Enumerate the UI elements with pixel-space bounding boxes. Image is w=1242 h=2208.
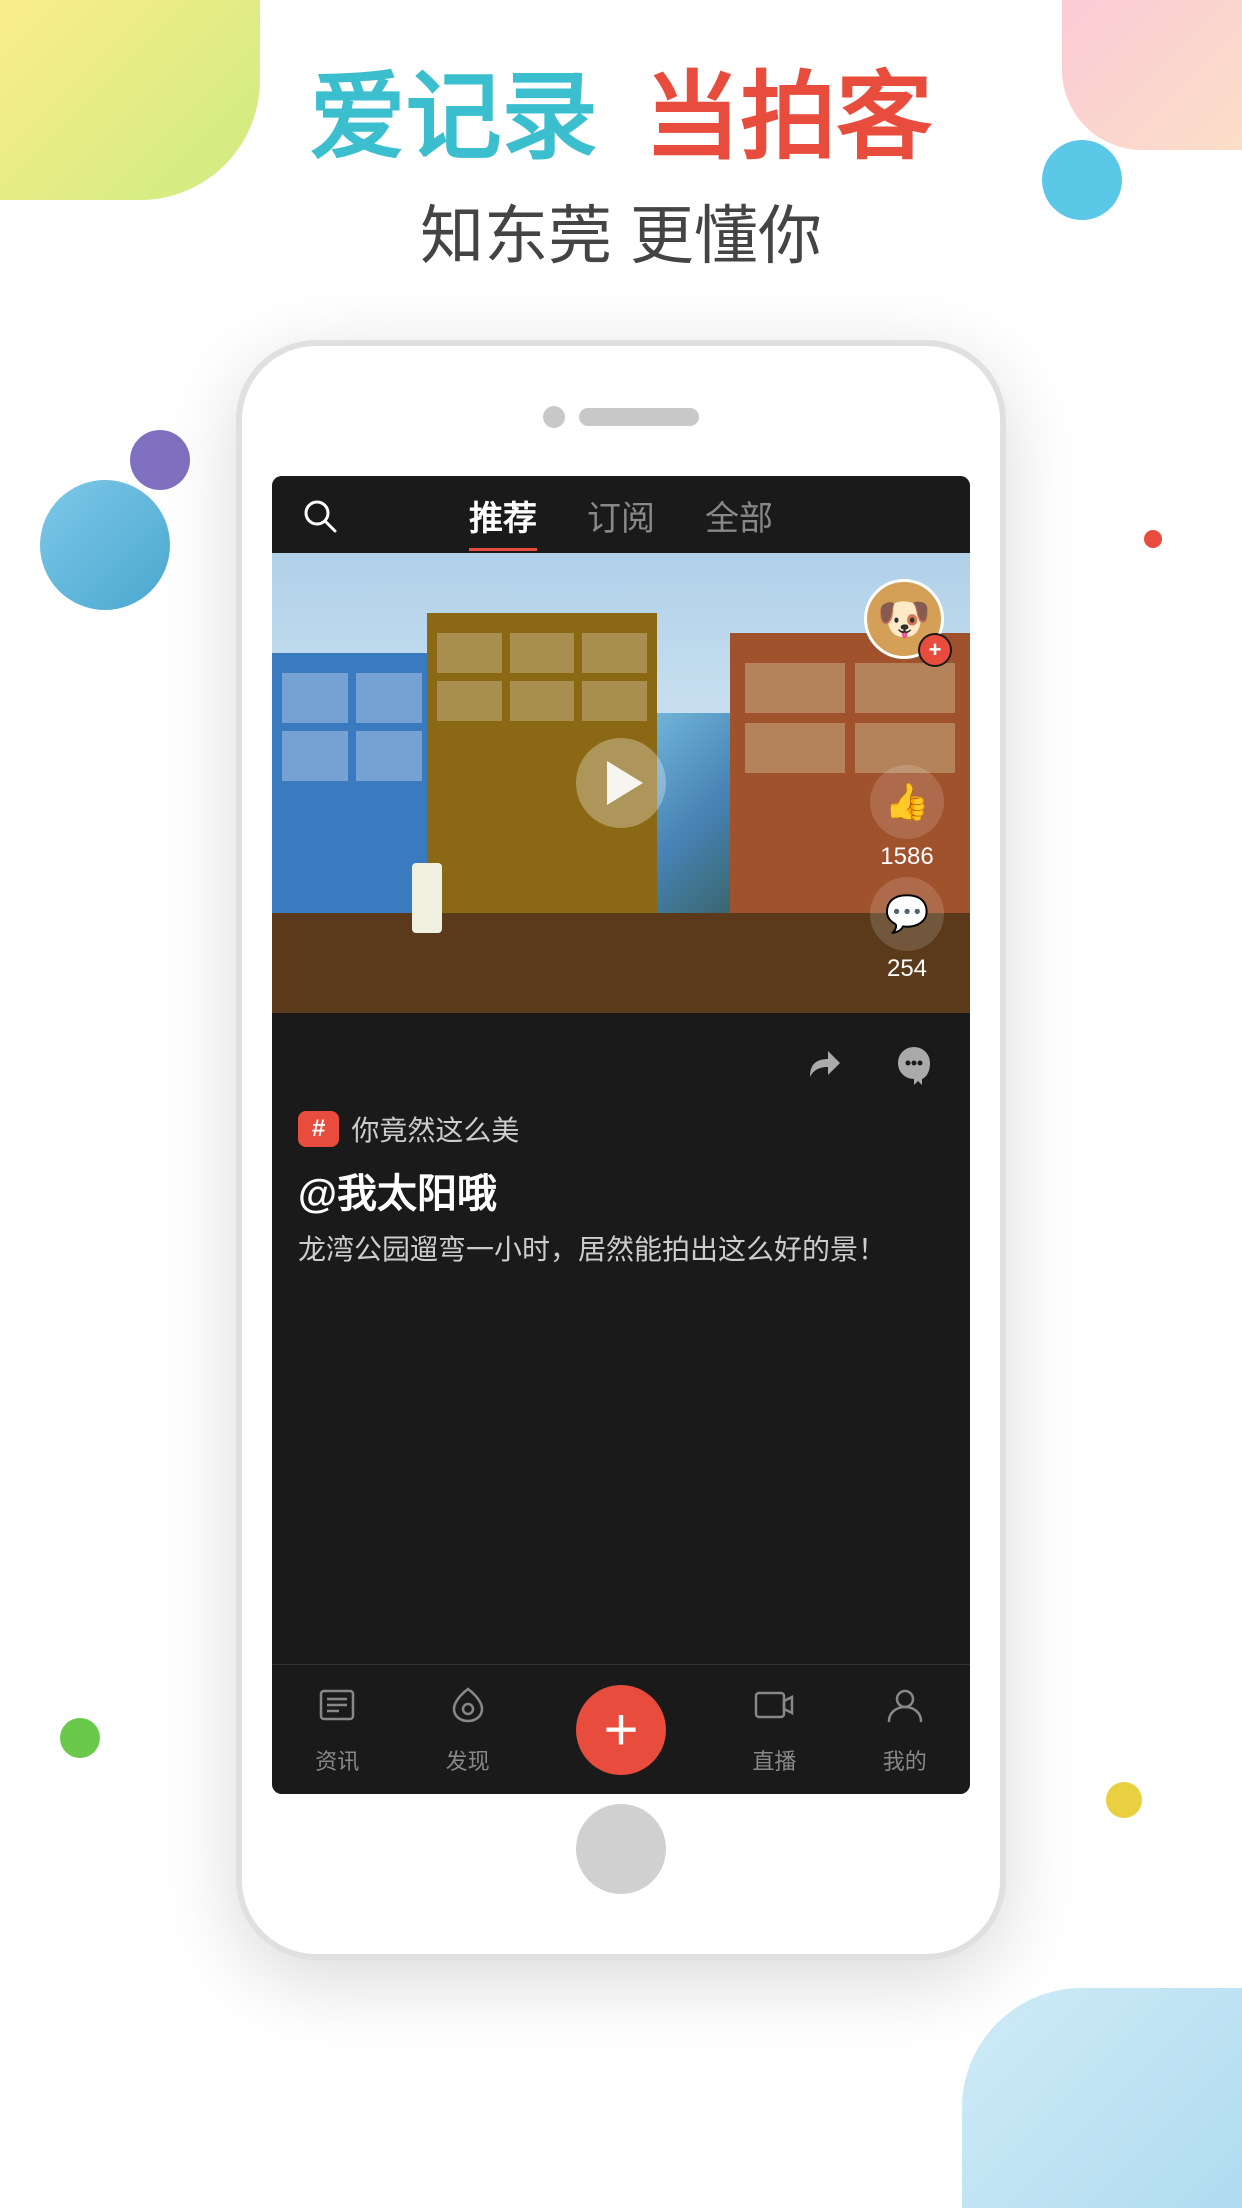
- play-button[interactable]: [576, 738, 666, 828]
- headline-blue: 爱记录: [310, 64, 598, 171]
- more-button[interactable]: [884, 1033, 944, 1093]
- hashtag-text: 你竟然这么美: [351, 1109, 519, 1149]
- discover-icon: [446, 1683, 490, 1738]
- nav-item-discover[interactable]: 发现: [446, 1683, 490, 1776]
- deco-blob-yellow-dot: [1106, 1782, 1142, 1818]
- search-button[interactable]: [302, 498, 338, 543]
- like-count: 1586: [880, 843, 933, 871]
- add-button[interactable]: +: [576, 1685, 666, 1775]
- news-icon: [315, 1683, 359, 1738]
- profile-icon: [883, 1683, 927, 1738]
- play-icon: [607, 761, 643, 805]
- nav-item-live[interactable]: 直播: [752, 1683, 796, 1776]
- nav-tabs: 推荐 订阅 全部: [469, 491, 773, 551]
- follow-button[interactable]: +: [918, 633, 952, 667]
- deco-blob-purple: [130, 430, 190, 490]
- deco-blob-red-dot: [1144, 530, 1162, 548]
- phone-mockup: 推荐 订阅 全部: [236, 290, 1006, 1960]
- deco-blob-blue-bottom: [962, 1988, 1242, 2208]
- hashtag-badge[interactable]: #: [298, 1111, 339, 1147]
- profile-label: 我的: [883, 1744, 927, 1776]
- like-action[interactable]: 👍 1586: [870, 765, 944, 871]
- phone-body: 推荐 订阅 全部: [236, 340, 1006, 1960]
- tab-all[interactable]: 全部: [705, 491, 773, 551]
- navigation-bar: 推荐 订阅 全部: [272, 476, 970, 553]
- live-icon: [752, 1683, 796, 1738]
- app-subheadline: 知东莞 更懂你: [0, 185, 1242, 277]
- app-header: 爱记录 当拍客 知东莞 更懂你: [0, 60, 1242, 277]
- comment-icon: 💬: [870, 877, 944, 951]
- video-actions: 👍 1586 💬 254: [870, 765, 944, 983]
- headline-red: 当拍客: [644, 64, 932, 171]
- discover-label: 发现: [446, 1744, 490, 1776]
- video-player[interactable]: 🐶 + 👍 1586 💬 254: [272, 553, 970, 1013]
- deco-blob-green-dot: [60, 1718, 100, 1758]
- nav-item-profile[interactable]: 我的: [883, 1683, 927, 1776]
- nav-item-news[interactable]: 资讯: [315, 1683, 359, 1776]
- video-figure: [412, 863, 442, 933]
- like-icon: 👍: [870, 765, 944, 839]
- phone-notch: [543, 406, 699, 428]
- comment-action[interactable]: 💬 254: [870, 877, 944, 983]
- nav-item-add[interactable]: +: [576, 1685, 666, 1775]
- headline: 爱记录 当拍客: [0, 60, 1242, 175]
- post-username[interactable]: @我太阳哦: [298, 1161, 944, 1219]
- share-button[interactable]: [794, 1033, 854, 1093]
- app-screen: 推荐 订阅 全部: [272, 476, 970, 1794]
- tab-recommend[interactable]: 推荐: [469, 491, 537, 551]
- comment-count: 254: [887, 955, 927, 983]
- user-avatar-container[interactable]: 🐶 +: [864, 579, 944, 659]
- post-details: # 你竟然这么美 @我太阳哦 龙湾公园遛弯一小时，居然能拍出这么好的景！: [272, 1013, 970, 1291]
- hashtag-row: # 你竟然这么美: [298, 1109, 944, 1149]
- phone-speaker: [579, 408, 699, 426]
- news-label: 资讯: [315, 1744, 359, 1776]
- tab-subscribe[interactable]: 订阅: [587, 491, 655, 551]
- deco-blob-blue-large: [40, 480, 170, 610]
- phone-home-button[interactable]: [576, 1804, 666, 1894]
- live-label: 直播: [752, 1744, 796, 1776]
- action-row: [298, 1033, 944, 1093]
- video-ground: [272, 913, 970, 1013]
- bottom-navigation: 资讯 发现 +: [272, 1664, 970, 1794]
- phone-camera: [543, 406, 565, 428]
- post-description: 龙湾公园遛弯一小时，居然能拍出这么好的景！: [298, 1229, 944, 1271]
